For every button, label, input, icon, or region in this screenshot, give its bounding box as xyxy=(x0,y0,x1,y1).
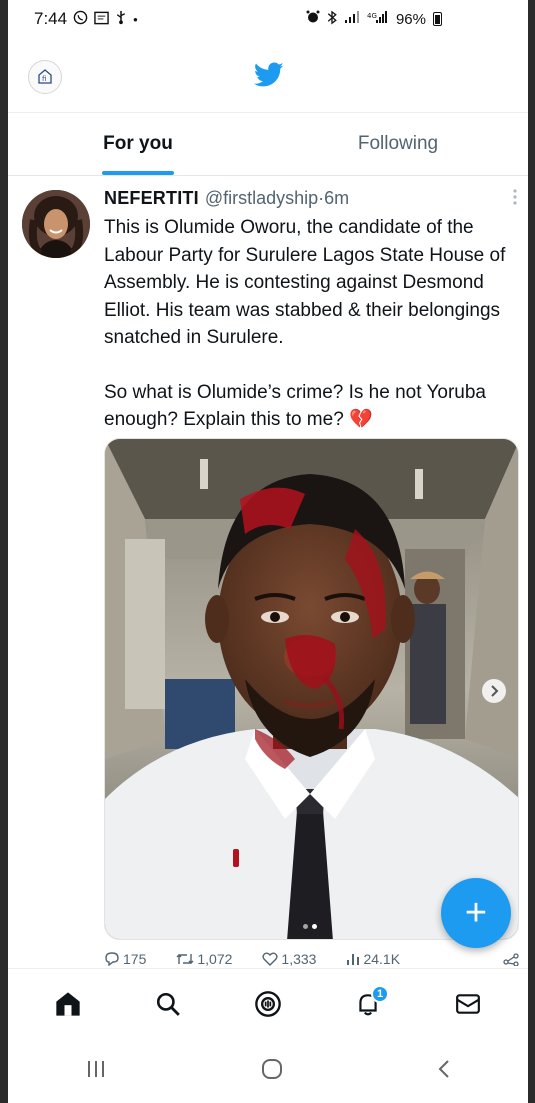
carousel-dot-active xyxy=(312,924,317,929)
retweet-button[interactable]: 1,072 xyxy=(176,951,232,967)
reply-count: 175 xyxy=(123,951,147,967)
home-system-button[interactable] xyxy=(261,1058,283,1085)
messages-icon xyxy=(456,993,480,1014)
nav-notifications[interactable]: 1 xyxy=(343,979,393,1029)
tweet-text: This is Olumide Oworu, the candidate of … xyxy=(104,214,524,434)
nav-home[interactable] xyxy=(43,979,93,1029)
plus-icon: + xyxy=(464,891,488,934)
heart-icon xyxy=(262,952,278,966)
home-circle-icon xyxy=(262,1059,282,1079)
dot-icon: • xyxy=(133,11,138,27)
chevron-right-icon xyxy=(491,685,499,697)
carousel-next-button[interactable] xyxy=(482,679,506,703)
signal-icon: 4G xyxy=(367,10,389,28)
active-tab-indicator xyxy=(102,171,174,175)
profile-logo-icon: fi xyxy=(38,69,52,84)
author-name[interactable]: NEFERTITI xyxy=(104,188,199,209)
status-time: 7:44 xyxy=(34,9,68,28)
back-button[interactable] xyxy=(437,1058,451,1085)
compose-tweet-button[interactable]: + xyxy=(441,878,511,948)
bottom-navigation: 1 xyxy=(8,968,528,1038)
tweet-time: 6m xyxy=(324,188,350,208)
tweet-author-avatar[interactable] xyxy=(22,190,90,258)
reply-icon xyxy=(105,952,119,966)
recent-apps-icon xyxy=(88,1061,104,1077)
more-options-icon[interactable] xyxy=(512,188,518,209)
tweet-paragraph: This is Olumide Oworu, the candidate of … xyxy=(104,217,506,348)
author-handle[interactable]: @firstladyship xyxy=(205,188,318,209)
like-count: 1,333 xyxy=(281,951,317,967)
nav-search[interactable] xyxy=(143,979,193,1029)
reply-button[interactable]: 175 xyxy=(104,951,146,967)
share-button[interactable] xyxy=(503,952,519,966)
tab-label: For you xyxy=(103,133,173,154)
nav-messages[interactable] xyxy=(443,979,493,1029)
profile-avatar-button[interactable]: fi xyxy=(28,60,62,94)
views-icon xyxy=(347,954,360,965)
home-icon xyxy=(56,991,80,1016)
message-icon xyxy=(94,11,109,28)
alarm-icon xyxy=(306,10,320,28)
recent-apps-button[interactable] xyxy=(85,1059,107,1084)
back-chevron-icon xyxy=(438,1060,449,1078)
system-navigation-bar xyxy=(8,1040,528,1103)
tab-following[interactable]: Following xyxy=(268,113,528,175)
nav-spaces[interactable] xyxy=(243,979,293,1029)
timeline-tabs: For you Following xyxy=(8,112,528,176)
status-bar: 7:44 • 4G 96% xyxy=(8,0,528,38)
share-icon xyxy=(503,953,519,966)
app-header: fi xyxy=(8,44,528,110)
tweet-header: NEFERTITI @firstladyship · 6m xyxy=(104,188,518,209)
battery-icon xyxy=(433,12,442,26)
views-button[interactable]: 24.1K xyxy=(346,951,400,967)
tab-label: Following xyxy=(357,133,439,154)
tweet-media-carousel[interactable] xyxy=(104,438,519,940)
svg-text:fi: fi xyxy=(42,75,46,83)
phone-screen: 7:44 • 4G 96% fi For you Following NEFER… xyxy=(8,0,528,1103)
search-icon xyxy=(156,992,180,1016)
carousel-indicator xyxy=(303,924,317,929)
views-count: 24.1K xyxy=(363,951,401,967)
tab-for-you[interactable]: For you xyxy=(8,113,268,175)
battery-percent: 96% xyxy=(395,10,426,28)
notification-badge: 1 xyxy=(371,984,389,1003)
tweet-photo xyxy=(105,439,518,939)
tweet-actions: 175 1,072 1,333 24.1K xyxy=(104,948,519,970)
like-button[interactable]: 1,333 xyxy=(262,951,316,967)
usb-icon xyxy=(115,10,127,28)
signal-icon xyxy=(344,10,360,28)
retweet-count: 1,072 xyxy=(197,951,233,967)
carousel-dot xyxy=(303,924,308,929)
bluetooth-icon xyxy=(327,10,337,29)
tweet-paragraph: So what is Olumide’s crime? Is he not Yo… xyxy=(104,381,486,431)
retweet-icon xyxy=(176,954,194,964)
twitter-bird-icon[interactable] xyxy=(253,62,284,93)
svg-text:4G: 4G xyxy=(367,12,377,20)
whatsapp-icon xyxy=(73,10,88,28)
spaces-icon xyxy=(255,990,281,1017)
